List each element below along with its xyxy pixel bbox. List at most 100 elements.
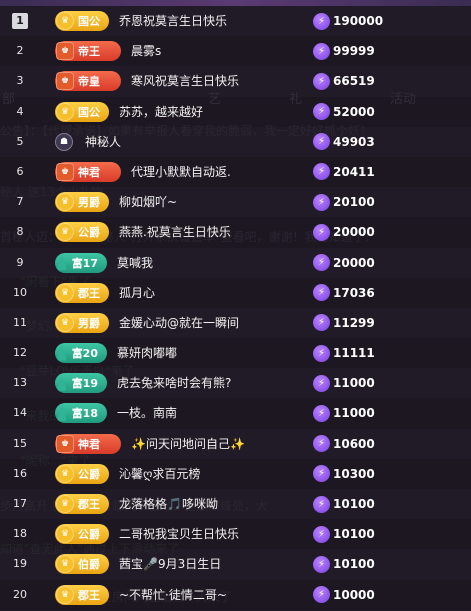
lightning-icon: ⚡ [313,586,330,604]
noble-title-label: 神君 [78,437,100,451]
ranking-row[interactable]: 13 富19 虎去兔来啥时会有熊? ⚡ 11000 [0,368,471,399]
crown-icon: ♛ [56,495,74,513]
ranking-row[interactable]: 7 ♛ 男爵 柳如烟吖~ ⚡ 20100 [0,187,471,218]
ranking-row[interactable]: 10 ♛ 郡王 孤月心 ⚡ 17036 [0,277,471,308]
noble-title-badge: ♛ 伯爵 [55,554,109,575]
user-nickname[interactable]: 柳如烟吖~ [119,187,177,217]
noble-title-badge: 富19 [55,373,107,394]
lightning-icon: ⚡ [313,72,330,90]
score-value: 66519 [333,74,375,89]
ranking-row[interactable]: 12 富20 慕妍肉嘟嘟 ⚡ 11111 [0,338,471,369]
lightning-icon: ⚡ [313,465,330,483]
lightning-icon: ⚡ [313,525,330,543]
ranking-row[interactable]: 11 ♛ 男爵 金媛心动@就在一瞬间 ⚡ 11299 [0,307,471,339]
rank-number: 5 [16,134,24,148]
ranking-row[interactable]: 20 ♛ 郡王 ~不帮忙·徒情二哥~ ⚡ 10000 [0,579,471,610]
user-nickname[interactable]: 寒风祝莫言生日快乐 [131,66,239,96]
user-nickname[interactable]: 孤月心 [119,278,155,308]
user-nickname[interactable]: 苏苏，越来越好 [119,97,203,127]
user-nickname[interactable]: ~不帮忙·徒情二哥~ [119,580,227,610]
noble-title-badge: ♛ 公爵 [55,222,109,243]
user-nickname[interactable]: 乔恩祝莫言生日快乐 [119,6,227,36]
user-nickname[interactable]: 二哥祝我宝贝生日快乐 [119,519,239,549]
contribution-score: ⚡ 11299 [313,314,375,332]
rank-number: 3 [16,74,24,88]
ranking-row[interactable]: 9 富17 莫喊我 ⚡ 20000 [0,247,471,278]
ranking-row[interactable]: 1 ♛ 国公 乔恩祝莫言生日快乐 ⚡ 190000 [0,6,471,37]
user-nickname[interactable]: 一枝。南南 [117,398,177,428]
contribution-score: ⚡ 190000 [313,12,383,30]
noble-title-badge: ☗ [55,132,75,152]
crown-icon: ♛ [56,464,74,483]
user-nickname[interactable]: 慕妍肉嘟嘟 [117,338,177,368]
noble-title-badge: ♛ 郡王 [55,584,109,605]
score-value: 49903 [333,134,375,149]
score-value: 10100 [333,497,375,511]
lightning-icon: ⚡ [313,42,330,60]
rank-number: 11 [13,315,27,329]
crown-icon: ♛ [56,313,74,332]
contribution-score: ⚡ 66519 [313,72,375,90]
user-nickname[interactable]: 虎去兔来啥时会有熊? [117,368,231,398]
user-nickname[interactable]: 沁馨ღ求百元榜 [119,459,200,489]
contribution-score: ⚡ 10100 [313,525,375,543]
noble-title-label: 男爵 [78,316,100,330]
user-nickname[interactable]: 金媛心动@就在一瞬间 [119,308,239,338]
noble-title-label: 公爵 [78,528,100,542]
noble-title-badge: ♛ 国公 [55,101,109,122]
contribution-score: ⚡ 10300 [313,465,375,483]
user-nickname[interactable]: 神秘人 [85,127,121,157]
ranking-row[interactable]: 15 ♚ 神君 ✨问天问地问自己✨ ⚡ 10600 [0,428,471,459]
score-value: 17036 [333,285,375,300]
user-nickname[interactable]: 燕燕.祝莫言生日快乐 [119,217,231,247]
lightning-icon: ⚡ [313,103,330,121]
rank-number: 6 [16,164,24,178]
rank-number: 8 [16,225,24,239]
user-nickname[interactable]: ✨问天问地问自己✨ [131,429,245,459]
rank-number: 2 [16,44,24,58]
lightning-icon: ⚡ [313,555,330,573]
ranking-row[interactable]: 14 富18 一枝。南南 ⚡ 11000 [0,398,471,429]
ranking-row[interactable]: 16 ♛ 公爵 沁馨ღ求百元榜 ⚡ 10300 [0,458,471,489]
rank-number: 19 [13,557,27,571]
noble-title-label: 帝王 [78,45,100,59]
user-nickname[interactable]: 代理小默默自动返. [131,157,231,187]
ranking-row[interactable]: 18 ♛ 公爵 二哥祝我宝贝生日快乐 ⚡ 10100 [0,519,471,550]
noble-title-label: 富17 [71,256,98,270]
noble-title-label: 国公 [78,15,100,28]
contribution-ranking-list: 1 ♛ 国公 乔恩祝莫言生日快乐 ⚡ 190000 2 ♚ 帝王 晨雾s ⚡ 99999 3 ♚ 帝皇 寒风祝… [0,6,471,610]
score-value: 20411 [333,164,375,179]
noble-title-label: 郡王 [78,498,100,511]
score-value: 10100 [333,527,375,542]
user-nickname[interactable]: 茜宝🎤9月3日生日 [119,549,221,579]
emperor-icon: ♚ [56,162,74,181]
user-nickname[interactable]: 龙落格格🎵哆咪呦 [119,489,218,519]
ranking-row[interactable]: 2 ♚ 帝王 晨雾s ⚡ 99999 [0,36,471,67]
emperor-icon: ♚ [56,434,74,453]
contribution-score: ⚡ 20000 [313,223,375,241]
noble-title-badge: ♚ 神君 [55,433,121,454]
ranking-row[interactable]: 17 ♛ 郡王 龙落格格🎵哆咪呦 ⚡ 10100 [0,489,471,520]
score-value: 20000 [333,225,375,240]
ranking-row[interactable]: 8 ♛ 公爵 燕燕.祝莫言生日快乐 ⚡ 20000 [0,217,471,248]
ranking-row[interactable]: 3 ♚ 帝皇 寒风祝莫言生日快乐 ⚡ 66519 [0,66,471,97]
rank-number: 12 [13,346,27,360]
ranking-row[interactable]: 19 ♛ 伯爵 茜宝🎤9月3日生日 ⚡ 10100 [0,549,471,580]
lightning-icon: ⚡ [313,314,330,332]
crown-icon: ♛ [56,223,74,242]
rank-number: 17 [13,497,27,510]
rank-number: 15 [13,436,27,450]
user-nickname[interactable]: 莫喊我 [117,248,153,278]
ranking-row[interactable]: 4 ♛ 国公 苏苏，越来越好 ⚡ 52000 [0,96,471,127]
ranking-row[interactable]: 6 ♚ 神君 代理小默默自动返. ⚡ 20411 [0,156,471,188]
wealth-icon [56,375,68,391]
noble-title-badge: ♛ 男爵 [55,312,109,333]
ranking-row[interactable]: 5 ☗ 神秘人 ⚡ 49903 [0,126,471,157]
crown-icon: ♛ [56,193,74,212]
lightning-icon: ⚡ [313,193,330,211]
lightning-icon: ⚡ [313,163,330,181]
rank-number: 10 [13,285,27,299]
crown-icon: ♛ [56,525,74,544]
user-nickname[interactable]: 晨雾s [131,36,161,66]
emperor-icon: ♚ [56,42,74,61]
